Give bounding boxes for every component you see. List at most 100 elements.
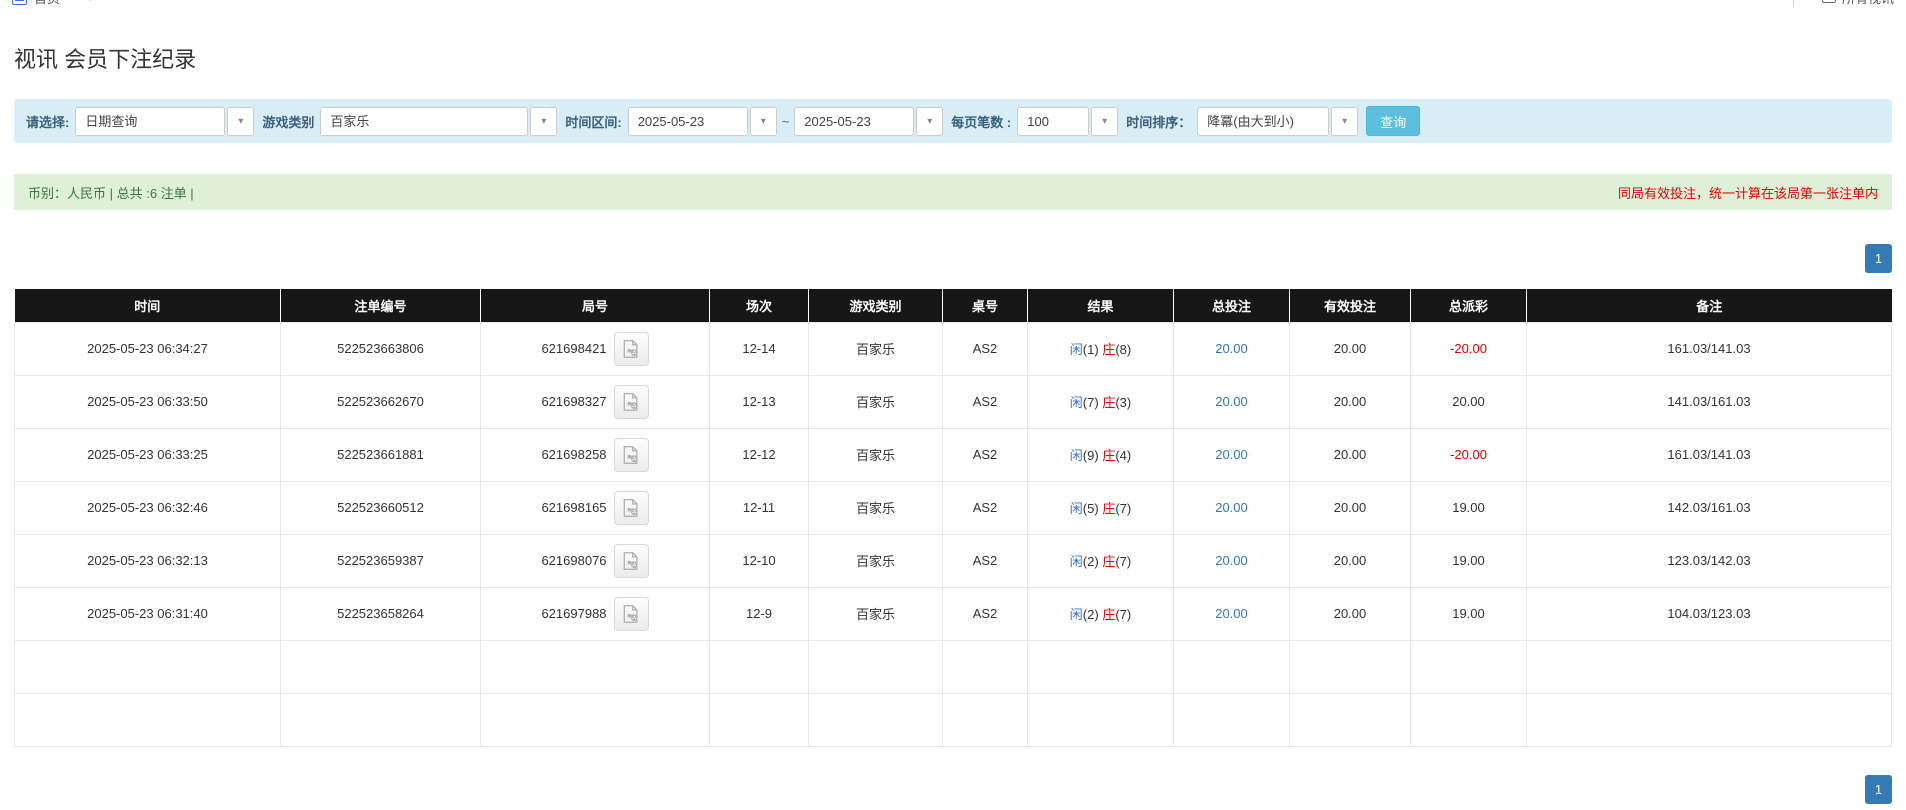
video-replay-button[interactable] <box>614 438 649 472</box>
round-number: 621698327 <box>541 394 606 409</box>
cell-time: 2025-05-23 06:32:46 <box>15 481 281 534</box>
cell-game-type: 百家乐 <box>809 322 943 375</box>
subtotal-payout: 37.00 <box>1411 640 1527 693</box>
cell-round-no: 621698327 <box>481 375 710 428</box>
cell-round-no: 621698165 <box>481 481 710 534</box>
video-replay-button[interactable] <box>614 385 649 419</box>
new-tab-button[interactable]: + <box>86 0 95 6</box>
cell-table-no: AS2 <box>943 481 1028 534</box>
result-player: 闲 <box>1070 501 1083 516</box>
total-total-bet: 120.00 <box>1174 693 1290 746</box>
chevron-down-icon[interactable]: ▾ <box>530 107 557 136</box>
result-player-score: (7) <box>1083 395 1099 410</box>
checkbox-icon[interactable] <box>12 0 27 5</box>
cell-time: 2025-05-23 06:31:40 <box>15 587 281 640</box>
time-sort-select[interactable]: 降冪(由大到小) ▾ <box>1197 107 1358 136</box>
chevron-down-icon[interactable]: ▾ <box>1331 107 1358 136</box>
cell-valid-bet: 20.00 <box>1290 587 1411 640</box>
pagination-page-1[interactable]: 1 <box>1865 244 1892 273</box>
game-type-value[interactable]: 百家乐 <box>320 107 528 136</box>
col-header-note: 备注 <box>1527 289 1892 322</box>
cell-valid-bet: 20.00 <box>1290 428 1411 481</box>
table-row: 2025-05-23 06:32:46 522523660512 6216981… <box>15 481 1892 534</box>
cell-game-type: 百家乐 <box>809 481 943 534</box>
cell-valid-bet: 20.00 <box>1290 322 1411 375</box>
date-from-value[interactable]: 2025-05-23 <box>628 107 748 136</box>
range-separator: ~ <box>782 114 790 129</box>
chevron-down-icon[interactable]: ▾ <box>1091 107 1118 136</box>
cell-total-bet-link[interactable]: 20.00 <box>1174 322 1290 375</box>
video-replay-button[interactable] <box>614 332 649 366</box>
search-button[interactable]: 查询 <box>1366 106 1420 136</box>
cell-round-no: 621698421 <box>481 322 710 375</box>
result-player: 闲 <box>1070 342 1083 357</box>
cell-total-bet-link[interactable]: 20.00 <box>1174 375 1290 428</box>
cell-result: 闲(9) 庄(4) <box>1028 428 1174 481</box>
video-file-icon <box>621 445 641 465</box>
col-header-result: 结果 <box>1028 289 1174 322</box>
time-sort-value[interactable]: 降冪(由大到小) <box>1197 107 1329 136</box>
chevron-down-icon[interactable]: ▾ <box>750 107 777 136</box>
video-replay-button[interactable] <box>614 544 649 578</box>
round-number: 621698165 <box>541 500 606 515</box>
total-label: 总计 <box>15 693 281 746</box>
total-valid-bet: 120.00 <box>1290 693 1411 746</box>
date-to-picker[interactable]: 2025-05-23 ▾ <box>794 107 943 136</box>
query-type-value[interactable]: 日期查询 <box>75 107 225 136</box>
per-page-select[interactable]: 100 ▾ <box>1017 107 1118 136</box>
grand-total-row: 总计 6 120.00 120.00 37.00 <box>15 693 1892 746</box>
chevron-down-icon[interactable]: ▾ <box>916 107 943 136</box>
date-to-value[interactable]: 2025-05-23 <box>794 107 914 136</box>
cell-payout: 20.00 <box>1411 375 1527 428</box>
result-banker: 庄 <box>1102 395 1115 410</box>
subtotal-count: 6 <box>281 640 481 693</box>
table-row: 2025-05-23 06:33:25 522523661881 6216982… <box>15 428 1892 481</box>
result-banker-score: (3) <box>1115 395 1131 410</box>
cell-time: 2025-05-23 06:34:27 <box>15 322 281 375</box>
round-number: 621698076 <box>541 553 606 568</box>
all-video-link[interactable]: 所有视讯 <box>1842 0 1894 7</box>
total-count: 6 <box>281 693 481 746</box>
col-header-bet-no: 注单编号 <box>281 289 481 322</box>
cell-total-bet-link[interactable]: 20.00 <box>1174 428 1290 481</box>
col-header-session: 场次 <box>710 289 809 322</box>
cell-bet-no: 522523658264 <box>281 587 481 640</box>
cell-payout: 19.00 <box>1411 481 1527 534</box>
result-banker: 庄 <box>1102 501 1115 516</box>
table-row: 2025-05-23 06:32:13 522523659387 6216980… <box>15 534 1892 587</box>
cell-total-bet-link[interactable]: 20.00 <box>1174 481 1290 534</box>
video-replay-button[interactable] <box>614 597 649 631</box>
valid-bet-note: 同局有效投注，统一计算在该局第一张注单内 <box>1618 183 1878 202</box>
video-replay-button[interactable] <box>614 491 649 525</box>
round-number: 621697988 <box>541 606 606 621</box>
query-type-select[interactable]: 日期查询 ▾ <box>75 107 254 136</box>
game-type-select[interactable]: 百家乐 ▾ <box>320 107 557 136</box>
window-icon <box>1822 0 1836 3</box>
time-sort-label: 时间排序： <box>1126 112 1191 131</box>
cell-bet-no: 522523659387 <box>281 534 481 587</box>
cell-total-bet-link[interactable]: 20.00 <box>1174 534 1290 587</box>
total-payout: 37.00 <box>1411 693 1527 746</box>
chevron-down-icon[interactable]: ▾ <box>227 107 254 136</box>
cell-note: 161.03/141.03 <box>1527 322 1892 375</box>
video-file-icon <box>621 498 641 518</box>
date-from-picker[interactable]: 2025-05-23 ▾ <box>628 107 777 136</box>
cell-bet-no: 522523660512 <box>281 481 481 534</box>
game-type-label: 游戏类别 <box>262 112 314 131</box>
table-row: 2025-05-23 06:34:27 522523663806 6216984… <box>15 322 1892 375</box>
cell-payout: -20.00 <box>1411 428 1527 481</box>
cell-game-type: 百家乐 <box>809 375 943 428</box>
pagination-page-1[interactable]: 1 <box>1865 775 1892 804</box>
top-tab-strip: 首页 + 所有视讯 <box>0 0 1906 9</box>
result-banker-score: (7) <box>1115 607 1131 622</box>
cell-session: 12-11 <box>710 481 809 534</box>
result-banker: 庄 <box>1102 448 1115 463</box>
cell-payout: 19.00 <box>1411 587 1527 640</box>
home-tab[interactable]: 首页 <box>34 0 60 7</box>
cell-table-no: AS2 <box>943 587 1028 640</box>
col-header-round-no: 局号 <box>481 289 710 322</box>
per-page-value[interactable]: 100 <box>1017 107 1089 136</box>
table-row: 2025-05-23 06:31:40 522523658264 6216979… <box>15 587 1892 640</box>
cell-table-no: AS2 <box>943 375 1028 428</box>
cell-total-bet-link[interactable]: 20.00 <box>1174 587 1290 640</box>
